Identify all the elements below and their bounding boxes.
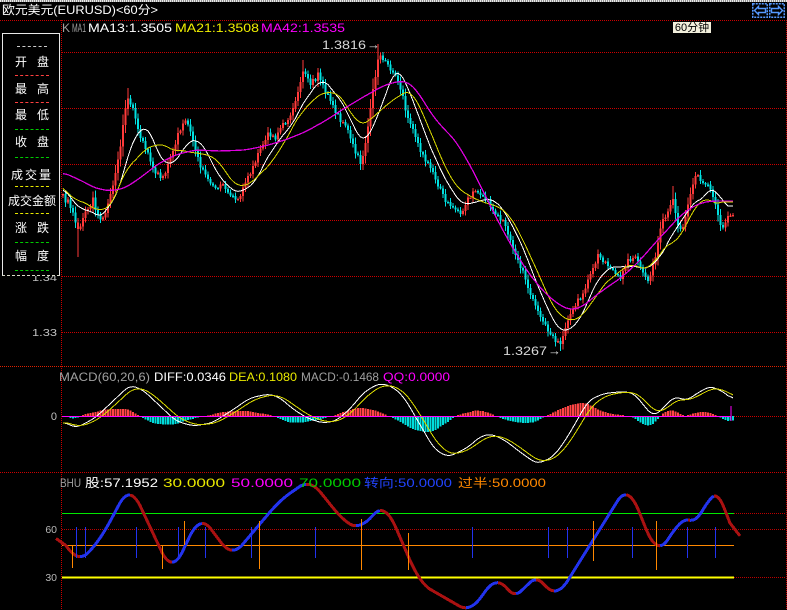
svg-text:过半:50.0000: 过半:50.0000 (458, 476, 546, 490)
svg-text:K: K (62, 21, 70, 35)
svg-text:欧元美元(EURUSD)<60分>: 欧元美元(EURUSD)<60分> (2, 3, 158, 17)
svg-text:30.0000: 30.0000 (163, 476, 225, 490)
svg-text:MACD:-0.1468: MACD:-0.1468 (301, 370, 379, 384)
svg-text:MA42:1.3535: MA42:1.3535 (261, 21, 345, 35)
svg-text:1.3267: 1.3267 (503, 344, 547, 358)
svg-text:→: → (548, 343, 561, 358)
svg-text:BHU: BHU (60, 476, 81, 490)
svg-text:MACD(60,20,6): MACD(60,20,6) (59, 370, 150, 384)
svg-text:1.33: 1.33 (32, 327, 57, 339)
svg-text:转向:50.0000: 转向:50.0000 (364, 475, 452, 490)
svg-text:50.0000: 50.0000 (231, 476, 293, 490)
svg-text:0: 0 (51, 411, 57, 423)
svg-text:QQ:0.0000: QQ:0.0000 (383, 370, 450, 384)
svg-text:MA13:1.3505: MA13:1.3505 (88, 21, 172, 35)
svg-text:1.3816: 1.3816 (322, 38, 366, 52)
svg-text:→: → (367, 37, 380, 52)
svg-text:DEA:0.1080: DEA:0.1080 (229, 370, 297, 384)
svg-text:MA21:1.3508: MA21:1.3508 (175, 21, 259, 35)
svg-text:60: 60 (45, 524, 57, 536)
svg-text:70.0000: 70.0000 (299, 476, 361, 490)
svg-text:DIFF:0.0346: DIFF:0.0346 (154, 370, 226, 384)
svg-text:股:57.1952: 股:57.1952 (85, 476, 158, 490)
svg-text:MA1: MA1 (72, 21, 86, 35)
svg-text:30: 30 (45, 572, 57, 584)
